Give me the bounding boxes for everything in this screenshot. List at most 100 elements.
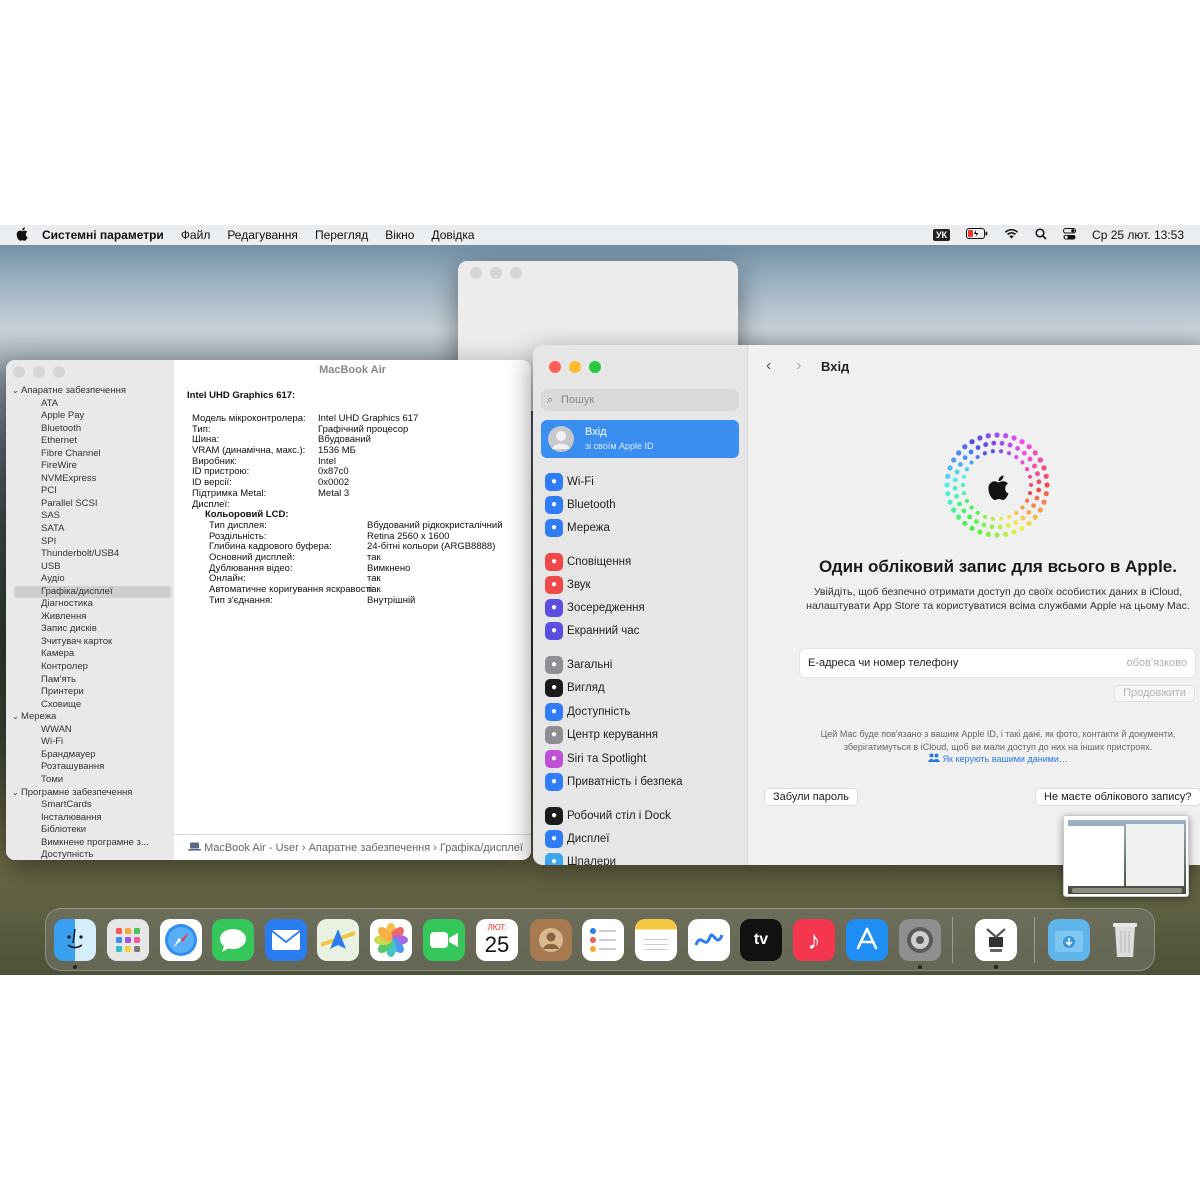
sidebar-item-sign-in[interactable]: Вхід зі своїм Apple ID — [541, 420, 739, 458]
sysinfo-sidebar-item[interactable]: Доступність — [6, 849, 174, 860]
sidebar-item[interactable]: ● Siri та Spotlight — [545, 750, 646, 768]
forward-chevron-icon[interactable]: › — [796, 357, 801, 375]
sysinfo-sidebar-group[interactable]: Мережа — [6, 711, 174, 724]
sysinfo-sidebar-item[interactable]: USB — [6, 561, 174, 574]
sysinfo-sidebar-item[interactable]: Parallel SCSI — [6, 498, 174, 511]
sysinfo-sidebar-item[interactable]: SATA — [6, 523, 174, 536]
sysinfo-sidebar-item[interactable]: Зчитувач карток — [6, 636, 174, 649]
sidebar-item[interactable]: ● Bluetooth — [545, 496, 616, 514]
sidebar-item[interactable]: ● Шпалери — [545, 853, 616, 865]
background-window-controls[interactable] — [470, 267, 522, 279]
menu-clock[interactable]: Ср 25 лют. 13:53 — [1092, 228, 1184, 242]
mail-icon[interactable] — [265, 919, 307, 961]
sysinfo-sidebar-item[interactable]: Bluetooth — [6, 423, 174, 436]
menu-edit[interactable]: Редагування — [227, 228, 298, 242]
search-field[interactable]: ⌕ Пошук — [541, 389, 739, 411]
sysinfo-sidebar-item[interactable]: Діагностика — [6, 598, 174, 611]
sidebar-item[interactable]: ● Екранний час — [545, 622, 639, 640]
system-information-icon[interactable] — [975, 919, 1017, 961]
sidebar-item[interactable]: ● Робочий стіл і Dock — [545, 807, 671, 825]
sysinfo-sidebar-item[interactable]: Контролер — [6, 661, 174, 674]
sysinfo-sidebar-item[interactable]: Томи — [6, 774, 174, 787]
sysinfo-sidebar-group[interactable]: Програмне забезпечення — [6, 787, 174, 800]
sidebar-item[interactable]: ● Зосередження — [545, 599, 645, 617]
sysinfo-sidebar-item[interactable]: Інсталювання — [6, 812, 174, 825]
sidebar-item[interactable]: ● Загальні — [545, 656, 612, 674]
menu-file[interactable]: Файл — [181, 228, 211, 242]
sidebar-item[interactable]: ● Дисплеї — [545, 830, 610, 848]
sysinfo-sidebar-item[interactable]: Fibre Channel — [6, 448, 174, 461]
data-management-link[interactable]: Як керують вашими даними… — [928, 753, 1068, 764]
sysinfo-sidebar-item[interactable]: Apple Pay — [6, 410, 174, 423]
sysinfo-sidebar-item[interactable]: ATA — [6, 398, 174, 411]
sysinfo-sidebar-item[interactable]: Пам'ять — [6, 674, 174, 687]
sysinfo-sidebar-item[interactable]: SmartCards — [6, 799, 174, 812]
wifi-icon[interactable] — [1004, 228, 1019, 242]
reminders-icon[interactable] — [582, 919, 624, 961]
system-settings-icon[interactable] — [899, 919, 941, 961]
safari-icon[interactable] — [160, 919, 202, 961]
trash-icon[interactable] — [1104, 919, 1146, 961]
finder-icon[interactable] — [54, 919, 96, 961]
launchpad-icon[interactable] — [107, 919, 149, 961]
sysinfo-sidebar-item[interactable]: Сховище — [6, 699, 174, 712]
sysinfo-sidebar-item[interactable]: Ethernet — [6, 435, 174, 448]
no-account-button[interactable]: Не маєте облікового запису? — [1035, 788, 1200, 806]
contacts-icon[interactable] — [530, 919, 572, 961]
sysinfo-sidebar-item[interactable]: NVMExpress — [6, 473, 174, 486]
notes-icon[interactable] — [635, 919, 677, 961]
sysinfo-sidebar-item[interactable]: Вимкнене програмне з... — [6, 837, 174, 850]
downloads-folder-icon[interactable] — [1048, 919, 1090, 961]
sysinfo-sidebar-item[interactable]: Графіка/дисплеї — [14, 585, 171, 599]
sidebar-item[interactable]: ● Приватність і безпека — [545, 773, 683, 791]
photos-icon[interactable] — [370, 919, 412, 961]
sysinfo-sidebar-item[interactable]: FireWire — [6, 460, 174, 473]
close-button[interactable] — [549, 361, 561, 373]
sysinfo-sidebar-item[interactable]: Thunderbolt/USB4 — [6, 548, 174, 561]
screenshot-thumbnail[interactable] — [1063, 815, 1189, 897]
sysinfo-sidebar-item[interactable]: Камера — [6, 648, 174, 661]
calendar-icon[interactable]: ЛЮТ. 25 — [476, 919, 518, 961]
sidebar-item[interactable]: ● Сповіщення — [545, 553, 631, 571]
sysinfo-sidebar-item[interactable]: PCI — [6, 485, 174, 498]
sysinfo-sidebar-item[interactable]: Wi-Fi — [6, 736, 174, 749]
email-field[interactable]: Е-адреса чи номер телефону обов'язково — [799, 648, 1196, 678]
apple-tv-icon[interactable]: tv — [740, 919, 782, 961]
sysinfo-sidebar-group[interactable]: Апаратне забезпечення — [6, 385, 174, 398]
sysinfo-sidebar-item[interactable]: WWAN — [6, 724, 174, 737]
control-center-icon[interactable] — [1063, 227, 1077, 243]
sidebar-item[interactable]: ● Звук — [545, 576, 591, 594]
sysinfo-sidebar-item[interactable]: Аудіо — [6, 573, 174, 586]
sysinfo-sidebar-item[interactable]: Бібліотеки — [6, 824, 174, 837]
settings-window-controls[interactable] — [549, 361, 601, 373]
battery-icon[interactable] — [966, 228, 988, 242]
sysinfo-sidebar-item[interactable]: Брандмауер — [6, 749, 174, 762]
sysinfo-sidebar-item[interactable]: Живлення — [6, 611, 174, 624]
sidebar-item[interactable]: ● Мережа — [545, 519, 610, 537]
continue-button[interactable]: Продовжити — [1114, 685, 1195, 702]
sidebar-item[interactable]: ● Доступність — [545, 703, 630, 721]
app-store-icon[interactable] — [846, 919, 888, 961]
forgot-password-button[interactable]: Забули пароль — [764, 788, 858, 806]
menu-window[interactable]: Вікно — [385, 228, 414, 242]
menu-help[interactable]: Довідка — [431, 228, 474, 242]
messages-icon[interactable] — [212, 919, 254, 961]
sidebar-item[interactable]: ● Центр керування — [545, 726, 658, 744]
menu-app-name[interactable]: Системні параметри — [42, 228, 164, 242]
maps-icon[interactable] — [317, 919, 359, 961]
back-chevron-icon[interactable]: ‹ — [766, 357, 771, 375]
freeform-icon[interactable] — [688, 919, 730, 961]
sysinfo-sidebar-item[interactable]: SPI — [6, 536, 174, 549]
sysinfo-sidebar-item[interactable]: SAS — [6, 510, 174, 523]
apple-menu-icon[interactable] — [16, 226, 28, 244]
sidebar-item[interactable]: ● Wi-Fi — [545, 473, 594, 491]
minimize-button[interactable] — [569, 361, 581, 373]
spotlight-search-icon[interactable] — [1035, 227, 1047, 243]
facetime-icon[interactable] — [423, 919, 465, 961]
sysinfo-sidebar-item[interactable]: Розташування — [6, 761, 174, 774]
sidebar-item[interactable]: ● Вигляд — [545, 679, 605, 697]
zoom-button[interactable] — [589, 361, 601, 373]
music-icon[interactable]: ♪ — [793, 919, 835, 961]
path-text[interactable]: MacBook Air - User › Апаратне забезпечен… — [204, 842, 523, 854]
menu-view[interactable]: Перегляд — [315, 228, 368, 242]
